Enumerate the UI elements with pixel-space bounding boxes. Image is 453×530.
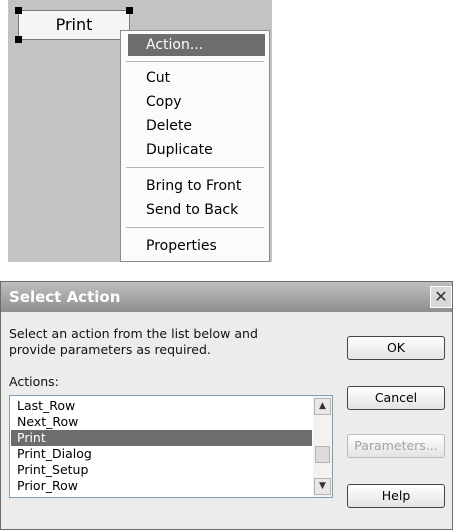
ok-button[interactable]: OK: [347, 336, 445, 360]
menu-item-copy[interactable]: Copy: [128, 91, 265, 113]
menu-item-action[interactable]: Action...: [128, 34, 265, 56]
menu-item-cut[interactable]: Cut: [128, 67, 265, 89]
actions-label: Actions:: [9, 374, 59, 389]
scroll-down-button[interactable]: ▼: [314, 478, 331, 495]
menu-separator: [126, 61, 264, 62]
scroll-down-arrow-icon: ▼: [319, 481, 326, 491]
menu-separator: [126, 167, 264, 168]
instruction-line: Select an action from the list below and: [9, 326, 258, 341]
menu-item-send-to-back[interactable]: Send to Back: [128, 199, 265, 221]
help-button[interactable]: Help: [347, 484, 445, 508]
resize-handle-top-left[interactable]: [15, 7, 22, 14]
close-icon: ✕: [434, 287, 448, 306]
dialog-instructions: Select an action from the list below and…: [9, 326, 329, 358]
parameters-button: Parameters...: [347, 434, 445, 458]
list-item-selected[interactable]: Print: [11, 430, 312, 446]
list-item[interactable]: Print_Dialog: [11, 446, 312, 462]
close-button[interactable]: ✕: [430, 286, 452, 308]
cancel-button[interactable]: Cancel: [347, 386, 445, 410]
list-scrollbar[interactable]: ▲ ▼: [313, 396, 332, 497]
menu-item-duplicate[interactable]: Duplicate: [128, 139, 265, 161]
menu-item-properties[interactable]: Properties: [128, 235, 265, 257]
print-button-control[interactable]: Print: [15, 7, 133, 43]
menu-item-bring-to-front[interactable]: Bring to Front: [128, 175, 265, 197]
resize-handle-top-right[interactable]: [126, 7, 133, 14]
scroll-up-button[interactable]: ▲: [314, 398, 331, 415]
scroll-thumb[interactable]: [315, 446, 330, 463]
select-action-dialog: Select Action ✕ Select an action from th…: [0, 281, 453, 530]
instruction-line: provide parameters as required.: [9, 342, 211, 357]
menu-separator: [126, 227, 264, 228]
context-menu: Action... Cut Copy Delete Duplicate Brin…: [120, 30, 270, 262]
list-item[interactable]: Last_Row: [11, 398, 312, 414]
actions-listbox[interactable]: Last_Row Next_Row Print Print_Dialog Pri…: [9, 395, 333, 498]
resize-handle-bottom-left[interactable]: [15, 36, 22, 43]
dialog-title-bar[interactable]: Select Action ✕: [1, 282, 452, 312]
list-item[interactable]: Print_Setup: [11, 462, 312, 478]
list-item[interactable]: Prior_Row: [11, 478, 312, 494]
print-button-label: Print: [55, 15, 93, 34]
dialog-title: Select Action: [9, 288, 121, 306]
scroll-up-arrow-icon: ▲: [319, 401, 326, 411]
list-item[interactable]: Next_Row: [11, 414, 312, 430]
menu-item-delete[interactable]: Delete: [128, 115, 265, 137]
